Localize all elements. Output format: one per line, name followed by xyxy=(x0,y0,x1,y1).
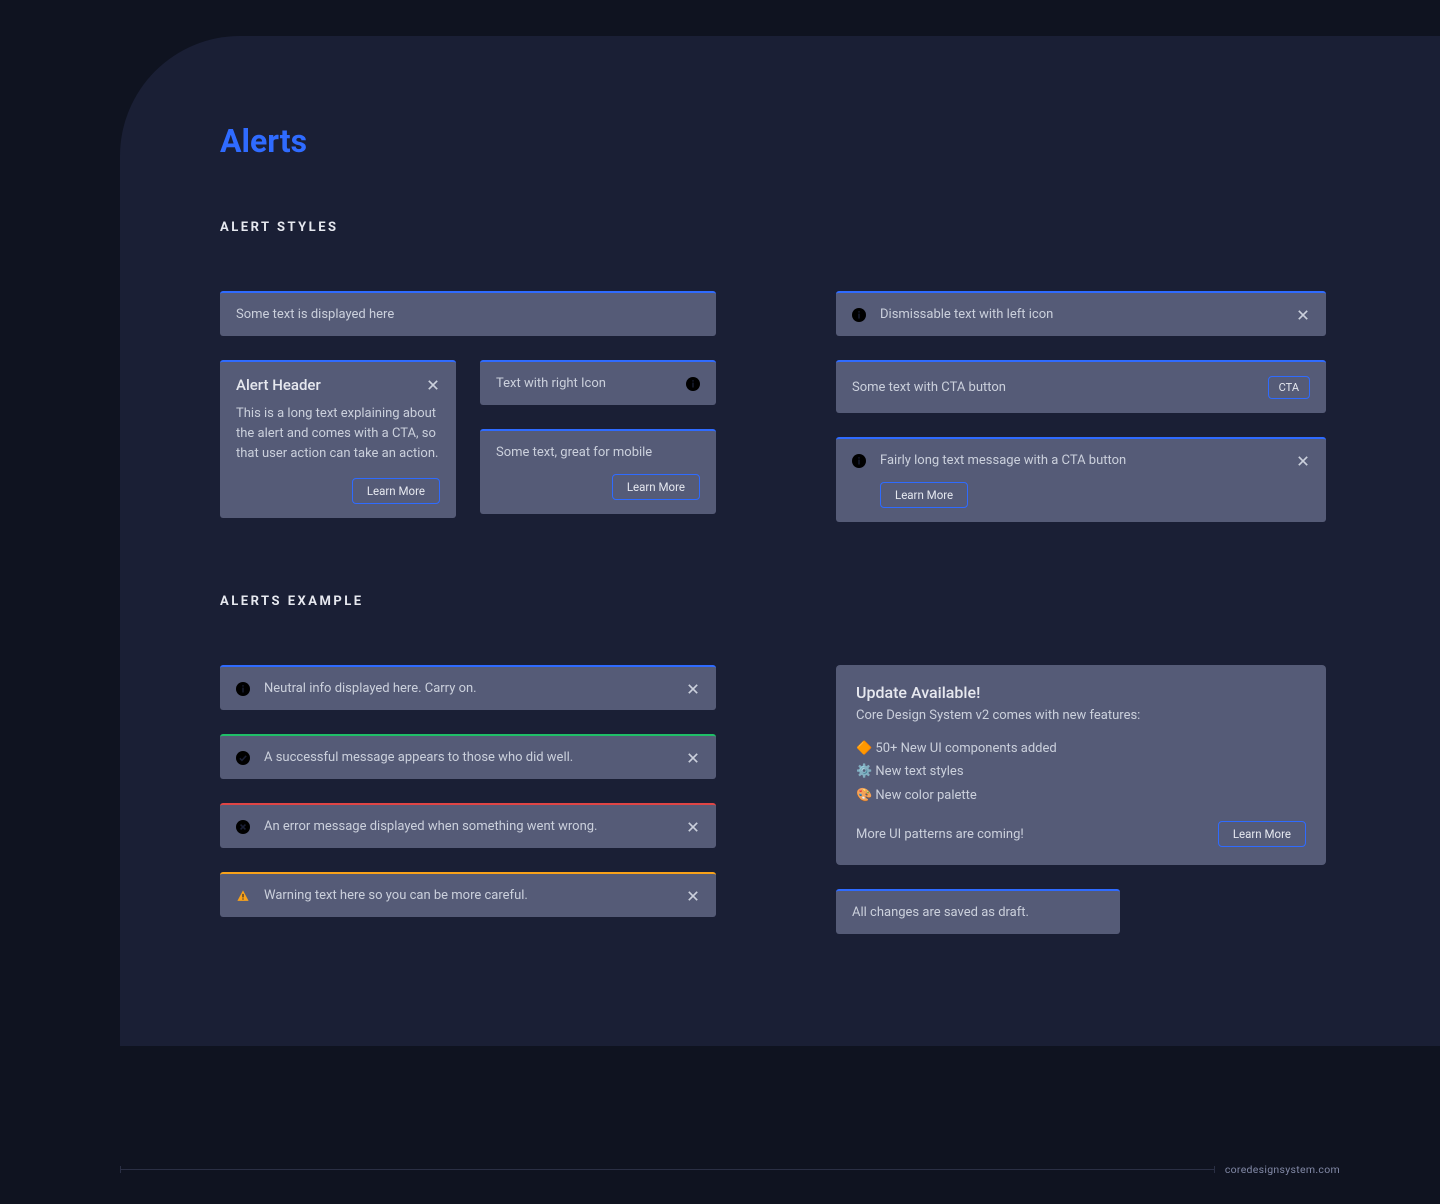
learn-more-button[interactable]: Learn More xyxy=(1218,821,1306,847)
close-icon[interactable] xyxy=(1296,454,1310,468)
alert-long-cta: Fairly long text message with a CTA butt… xyxy=(836,437,1326,522)
update-footer-text: More UI patterns are coming! xyxy=(856,827,1024,842)
footer-line xyxy=(120,1169,1215,1170)
info-icon xyxy=(852,308,866,322)
alert-text: Some text, great for mobile xyxy=(496,445,652,460)
info-icon xyxy=(852,454,866,468)
learn-more-button[interactable]: Learn More xyxy=(612,474,700,500)
alert-warning: Warning text here so you can be more car… xyxy=(220,872,716,917)
alert-with-header: Alert Header This is a long text explain… xyxy=(220,360,456,518)
alert-text: An error message displayed when somethin… xyxy=(264,819,672,834)
alert-dismissable: Dismissable text with left icon xyxy=(836,291,1326,336)
close-icon[interactable] xyxy=(686,820,700,834)
alert-body: This is a long text explaining about the… xyxy=(236,404,440,464)
list-item: 🔶 50+ New UI components added xyxy=(856,737,1306,760)
alert-neutral: Neutral info displayed here. Carry on. xyxy=(220,665,716,710)
section-alert-styles: ALERT STYLES xyxy=(220,220,1340,235)
close-icon[interactable] xyxy=(426,378,440,392)
alert-text: Some text with CTA button xyxy=(852,380,1254,395)
section-alerts-example: ALERTS EXAMPLE xyxy=(220,594,1340,609)
alert-text: Text with right Icon xyxy=(496,376,672,391)
page-title: Alerts xyxy=(220,122,1340,160)
learn-more-button[interactable]: Learn More xyxy=(880,482,968,508)
alert-text: A successful message appears to those wh… xyxy=(264,750,672,765)
info-icon xyxy=(686,377,700,391)
footer-ruler: coredesignsystem.com xyxy=(120,1163,1340,1176)
close-icon[interactable] xyxy=(686,682,700,696)
footer-url: coredesignsystem.com xyxy=(1225,1163,1340,1176)
learn-more-button[interactable]: Learn More xyxy=(352,478,440,504)
alert-simple: Some text is displayed here xyxy=(220,291,716,336)
alert-draft: All changes are saved as draft. xyxy=(836,889,1120,934)
alert-mobile: Some text, great for mobile Learn More xyxy=(480,429,716,514)
warning-icon xyxy=(236,889,250,903)
alert-header-title: Alert Header xyxy=(236,376,321,394)
close-icon[interactable] xyxy=(686,751,700,765)
error-icon xyxy=(236,820,250,834)
alert-text: Warning text here so you can be more car… xyxy=(264,888,672,903)
cta-button[interactable]: CTA xyxy=(1268,376,1310,399)
info-icon xyxy=(236,682,250,696)
alert-right-icon: Text with right Icon xyxy=(480,360,716,405)
alert-text: All changes are saved as draft. xyxy=(852,905,1029,920)
update-subtitle: Core Design System v2 comes with new fea… xyxy=(856,708,1306,723)
list-item: 🎨 New color palette xyxy=(856,784,1306,807)
alert-text: Some text is displayed here xyxy=(236,307,394,322)
alert-update-card: Update Available! Core Design System v2 … xyxy=(836,665,1326,865)
close-icon[interactable] xyxy=(1296,308,1310,322)
alert-text: Fairly long text message with a CTA butt… xyxy=(880,453,1282,468)
update-feature-list: 🔶 50+ New UI components added ⚙️ New tex… xyxy=(856,737,1306,807)
success-icon xyxy=(236,751,250,765)
update-title: Update Available! xyxy=(856,683,1306,702)
alert-text: Dismissable text with left icon xyxy=(880,307,1282,322)
page-panel: Alerts ALERT STYLES Some text is display… xyxy=(120,36,1440,1046)
alert-success: A successful message appears to those wh… xyxy=(220,734,716,779)
list-item: ⚙️ New text styles xyxy=(856,760,1306,783)
alert-cta-inline: Some text with CTA button CTA xyxy=(836,360,1326,413)
alert-error: An error message displayed when somethin… xyxy=(220,803,716,848)
alert-text: Neutral info displayed here. Carry on. xyxy=(264,681,672,696)
close-icon[interactable] xyxy=(686,889,700,903)
